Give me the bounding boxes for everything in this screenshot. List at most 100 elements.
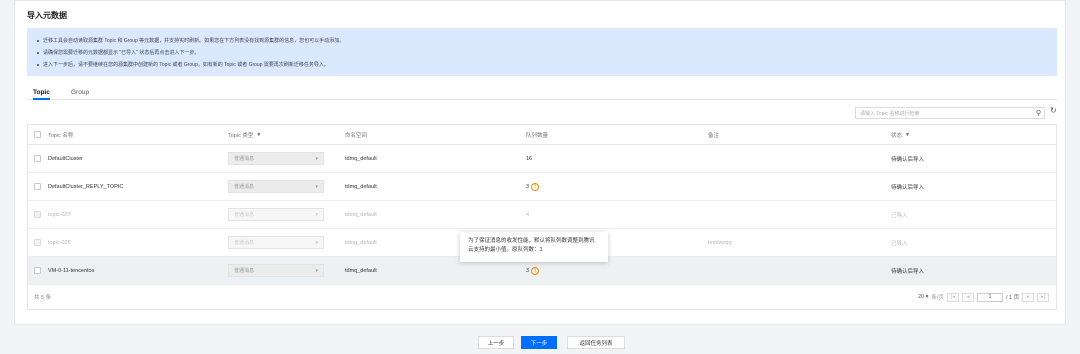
prev-page-button[interactable]: ◂ <box>961 292 974 302</box>
pagination: 20 ▾ 条/页 |◂ ◂ 1 / 1 页 ▸ ▸| <box>918 285 1050 309</box>
row-checkbox <box>34 239 41 246</box>
topic-name: DefaultCluster <box>48 155 83 162</box>
topic-name: topic-027 <box>48 211 71 218</box>
bullet-icon <box>37 52 39 54</box>
notice-text: 迁移工具会自动读取源集群 Topic 和 Group 等元数据，并支持实时刷新。… <box>43 38 345 44</box>
header-name: Topic 名称 <box>48 132 74 139</box>
next-step-button[interactable]: 下一步 <box>521 336 557 349</box>
remark: test/weqq <box>708 239 732 246</box>
table-row[interactable]: DefaultCluster 普通消息 ▾ tdmq_default 16 待确认… <box>28 145 1056 173</box>
topic-type-select[interactable]: 普通消息 ▾ <box>228 264 324 277</box>
tab-bar: Topic Group <box>27 88 1057 100</box>
queue-count-value: 4 <box>526 211 530 218</box>
page-size-value: 20 <box>918 294 925 300</box>
queue-count: 3! <box>526 173 540 200</box>
table-footer: 共 5 条 20 ▾ 条/页 |◂ ◂ 1 / 1 页 ▸ ▸| <box>28 285 1056 309</box>
page-input[interactable]: 1 <box>976 292 1003 302</box>
queue-count-value: 3 <box>526 183 530 190</box>
page-size-select[interactable]: 20 ▾ <box>918 294 928 300</box>
tab-topic[interactable]: Topic <box>33 89 50 100</box>
chevron-down-icon: ▾ <box>315 267 318 274</box>
topic-type-value: 普通消息 <box>234 268 255 274</box>
footer-actions: 上一步 下一步 返回任务列表 <box>0 336 1080 350</box>
namespace: tdmq_default <box>345 239 377 246</box>
refresh-icon[interactable]: ↻ <box>1050 106 1057 115</box>
chevron-down-icon: ▾ <box>315 211 318 218</box>
topic-name: VM-0-11-tencentos <box>48 267 95 274</box>
namespace: tdmq_default <box>345 211 377 218</box>
row-checkbox[interactable] <box>34 267 41 274</box>
topic-name: DefaultCluster_REPLY_TOPIC <box>48 183 124 190</box>
queue-count: 4 <box>526 201 529 228</box>
bullet-icon <box>37 64 39 66</box>
topic-type-select[interactable]: 普通消息 ▾ <box>228 180 324 193</box>
table-header: Topic 名称 Topic 类型 ▼ 命名空间 队列数量 备注 状态 ▼ <box>28 125 1056 145</box>
search-placeholder: 请输入 Topic 名称进行检索 <box>860 111 920 117</box>
queue-count-value: 3 <box>526 267 530 274</box>
tooltip-line: 云支持的最小值。原队列数：1 <box>468 247 543 253</box>
warning-icon[interactable]: ! <box>531 182 540 191</box>
filter-icon[interactable]: ▼ <box>256 132 261 138</box>
notice-text: 进入下一步后，请不要继续在您的源集群中创建新的 Topic 或者 Group。如… <box>43 62 329 68</box>
prev-step-button[interactable]: 上一步 <box>478 336 514 349</box>
notice-line: 进入下一步后，请不要继续在您的源集群中创建新的 Topic 或者 Group。如… <box>37 59 1047 71</box>
topic-type-select: 普通消息 ▾ <box>228 208 324 221</box>
total-pages: / 1 页 <box>1005 295 1020 301</box>
notice-line: 请确保您需要迁移的元数据都显示 "已导入" 状态后再点击进入下一步。 <box>37 47 1047 59</box>
topic-table: Topic 名称 Topic 类型 ▼ 命名空间 队列数量 备注 状态 ▼ Defa… <box>27 124 1057 310</box>
header-status[interactable]: 状态 ▼ <box>891 125 910 144</box>
topic-type-value: 普通消息 <box>234 212 255 218</box>
topic-type-value: 普通消息 <box>234 156 255 162</box>
topic-type-select: 普通消息 ▾ <box>228 236 324 249</box>
queue-count-value: 16 <box>526 155 533 162</box>
topic-name: topic-028 <box>48 239 71 246</box>
row-checkbox <box>34 211 41 218</box>
search-icon[interactable]: ⚲ <box>1036 109 1041 117</box>
header-type-label: Topic 类型 <box>228 132 254 139</box>
tooltip-line: 为了保证消息的收发性能，默认将队列数调整到腾讯 <box>468 238 595 244</box>
page-title: 导入元数据 <box>27 11 67 20</box>
select-all-checkbox[interactable] <box>34 131 41 138</box>
search-input[interactable]: 请输入 Topic 名称进行检索 ⚲ <box>855 107 1045 119</box>
chevron-down-icon: ▾ <box>315 155 318 162</box>
header-remark: 备注 <box>708 132 720 139</box>
import-metadata-panel: 导入元数据 迁移工具会自动读取源集群 Topic 和 Group 等元数据，并支… <box>14 0 1066 325</box>
status: 待确认后导入 <box>891 184 925 191</box>
row-checkbox[interactable] <box>34 183 41 190</box>
page-size-unit: 条/页 <box>931 295 944 301</box>
namespace: tdmq_default <box>345 267 377 274</box>
notice-text: 请确保您需要迁移的元数据都显示 "已导入" 状态后再点击进入下一步。 <box>43 50 200 56</box>
header-queue: 队列数量 <box>526 132 549 139</box>
topic-type-value: 普通消息 <box>234 184 255 190</box>
status: 已导入 <box>891 212 908 219</box>
table-row[interactable]: DefaultCluster_REPLY_TOPIC 普通消息 ▾ tdmq_de… <box>28 173 1056 201</box>
header-status-label: 状态 <box>891 132 903 139</box>
warning-icon[interactable]: ! <box>531 266 540 275</box>
status: 待确认后导入 <box>891 156 925 163</box>
topic-type-select[interactable]: 普通消息 ▾ <box>228 152 324 165</box>
chevron-down-icon: ▾ <box>925 294 929 300</box>
last-page-button[interactable]: ▸| <box>1037 292 1050 302</box>
row-checkbox[interactable] <box>34 155 41 162</box>
chevron-down-icon: ▾ <box>315 183 318 190</box>
queue-tooltip: 为了保证消息的收发性能，默认将队列数调整到腾讯 云支持的最小值。原队列数：1 <box>460 232 608 262</box>
table-row: topic-027 普通消息 ▾ tdmq_default 4 已导入 <box>28 201 1056 229</box>
namespace: tdmq_default <box>345 183 377 190</box>
queue-count: 16 <box>526 145 532 172</box>
header-namespace: 命名空间 <box>345 132 368 139</box>
filter-icon[interactable]: ▼ <box>905 132 910 138</box>
header-type[interactable]: Topic 类型 ▼ <box>228 125 261 144</box>
info-notice: 迁移工具会自动读取源集群 Topic 和 Group 等元数据，并支持实时刷新。… <box>27 28 1057 76</box>
status: 已导入 <box>891 240 908 247</box>
topic-type-value: 普通消息 <box>234 240 255 246</box>
first-page-button[interactable]: |◂ <box>946 292 959 302</box>
namespace: tdmq_default <box>345 155 377 162</box>
notice-line: 迁移工具会自动读取源集群 Topic 和 Group 等元数据，并支持实时刷新。… <box>37 35 1047 47</box>
total-count: 共 5 条 <box>34 295 52 301</box>
tab-group[interactable]: Group <box>71 89 89 100</box>
status: 待确认后导入 <box>891 268 925 275</box>
back-to-task-list-button[interactable]: 返回任务列表 <box>567 336 625 349</box>
next-page-button[interactable]: ▸ <box>1022 292 1035 302</box>
chevron-down-icon: ▾ <box>315 239 318 246</box>
bullet-icon <box>37 40 39 42</box>
